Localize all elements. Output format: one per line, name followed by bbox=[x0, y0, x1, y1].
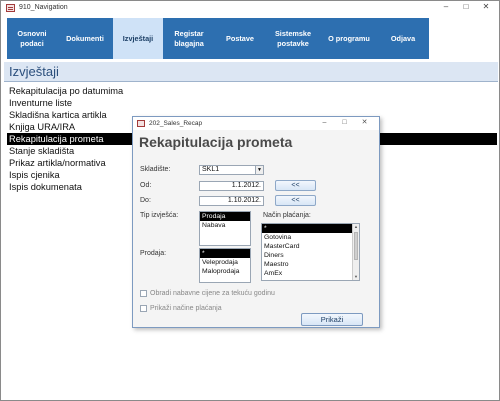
checkbox-box[interactable] bbox=[140, 290, 147, 297]
tip-izvjesca-label: Tip izvješća: bbox=[140, 212, 179, 219]
od-back-button[interactable]: << bbox=[275, 180, 316, 191]
nacin-placanja-option[interactable]: Maestro bbox=[262, 260, 359, 269]
prodaja-option[interactable]: Maloprodaja bbox=[200, 267, 250, 276]
app-window: 910_Navigation – □ ✕ Osnovni podaci Dokum… bbox=[0, 0, 500, 401]
do-back-button[interactable]: << bbox=[275, 195, 316, 206]
access-form-icon bbox=[137, 120, 145, 127]
scroll-thumb[interactable] bbox=[354, 232, 358, 260]
prodaja-listbox[interactable]: * Veleprodaja Maloprodaja bbox=[199, 248, 251, 283]
access-form-icon bbox=[6, 4, 15, 12]
tip-izvjesca-listbox[interactable]: Prodaja Nabava bbox=[199, 211, 251, 246]
nacin-placanja-items: * Gotovina MasterCard Diners Maestro AmEx bbox=[262, 224, 359, 278]
section-title: Izvještaji bbox=[9, 64, 59, 79]
obradi-checkbox-label: Obradi nabavne cijene za tekuću godinu bbox=[150, 290, 275, 297]
nav-item-5[interactable]: Sistemske postavke bbox=[265, 18, 321, 59]
nav-item-1[interactable]: Dokumenti bbox=[57, 18, 113, 59]
do-label: Do: bbox=[140, 197, 151, 204]
nacin-placanja-listbox[interactable]: * Gotovina MasterCard Diners Maestro AmEx ▲ ▼ bbox=[261, 223, 360, 281]
chevron-down-icon[interactable]: ▼ bbox=[255, 166, 263, 174]
nav-item-4[interactable]: Postave bbox=[215, 18, 265, 59]
nacin-placanja-scrollbar[interactable]: ▲ ▼ bbox=[352, 224, 359, 280]
close-icon[interactable]: ✕ bbox=[479, 1, 493, 13]
skladiste-combo[interactable]: SKL1 ▼ bbox=[199, 165, 264, 175]
window-title: 910_Navigation bbox=[19, 4, 68, 11]
minimize-icon[interactable]: – bbox=[439, 1, 453, 13]
prodaja-label: Prodaja: bbox=[140, 250, 167, 257]
nacin-placanja-option[interactable]: AmEx bbox=[262, 269, 359, 278]
report-item[interactable]: Inventurne liste bbox=[7, 97, 497, 109]
dialog-heading: Rekapitulacija prometa bbox=[139, 134, 293, 150]
prodaja-option[interactable]: Veleprodaja bbox=[200, 258, 250, 267]
nacin-placanja-label: Način plaćanja: bbox=[263, 212, 311, 219]
section-header: Izvještaji bbox=[4, 62, 498, 82]
prikazi-button[interactable]: Prikaži bbox=[301, 313, 363, 326]
report-item[interactable]: Rekapitulacija po datumima bbox=[7, 85, 497, 97]
dialog-minimize-icon[interactable]: – bbox=[319, 118, 330, 128]
nav-item-0[interactable]: Osnovni podaci bbox=[7, 18, 57, 59]
scroll-down-icon[interactable]: ▼ bbox=[353, 274, 359, 280]
dialog-title: 202_Sales_Recap bbox=[149, 120, 203, 127]
nacin-placanja-option[interactable]: * bbox=[262, 224, 359, 233]
skladiste-value: SKL1 bbox=[202, 166, 220, 173]
nacin-placanja-option[interactable]: Diners bbox=[262, 251, 359, 260]
prikazi-nacine-checkbox[interactable]: Prikaži načine plaćanja bbox=[140, 305, 222, 312]
od-label: Od: bbox=[140, 182, 152, 189]
window-titlebar: 910_Navigation – □ ✕ bbox=[1, 1, 499, 15]
od-date-field[interactable]: 1.1.2012. bbox=[199, 181, 264, 191]
checkbox-box[interactable] bbox=[140, 305, 147, 312]
tip-izvjesca-option[interactable]: Prodaja bbox=[200, 212, 250, 221]
do-date-field[interactable]: 1.10.2012. bbox=[199, 196, 264, 206]
nacin-placanja-option[interactable]: MasterCard bbox=[262, 242, 359, 251]
dialog-titlebar: 202_Sales_Recap – □ ✕ bbox=[133, 117, 379, 130]
nav-item-7[interactable]: Odjava bbox=[377, 18, 429, 59]
dialog-maximize-icon[interactable]: □ bbox=[339, 118, 350, 128]
obradi-checkbox[interactable]: Obradi nabavne cijene za tekuću godinu bbox=[140, 290, 275, 297]
nav-item-3[interactable]: Registar blagajna bbox=[163, 18, 215, 59]
nav-item-6[interactable]: O programu bbox=[321, 18, 377, 59]
maximize-icon[interactable]: □ bbox=[459, 1, 473, 13]
prikazi-nacine-checkbox-label: Prikaži načine plaćanja bbox=[150, 305, 222, 312]
main-navigation: Osnovni podaci Dokumenti Izvještaji Regista… bbox=[7, 18, 429, 59]
dialog-close-icon[interactable]: ✕ bbox=[359, 118, 370, 128]
scroll-up-icon[interactable]: ▲ bbox=[353, 224, 359, 230]
tip-izvjesca-option[interactable]: Nabava bbox=[200, 221, 250, 230]
sales-recap-dialog: 202_Sales_Recap – □ ✕ Rekapitulacija pro… bbox=[132, 116, 380, 328]
dialog-body: Rekapitulacija prometa Skladište: SKL1 ▼… bbox=[133, 130, 379, 327]
skladiste-label: Skladište: bbox=[140, 166, 171, 173]
nav-item-2[interactable]: Izvještaji bbox=[113, 18, 163, 59]
prodaja-option[interactable]: * bbox=[200, 249, 250, 258]
nacin-placanja-option[interactable]: Gotovina bbox=[262, 233, 359, 242]
